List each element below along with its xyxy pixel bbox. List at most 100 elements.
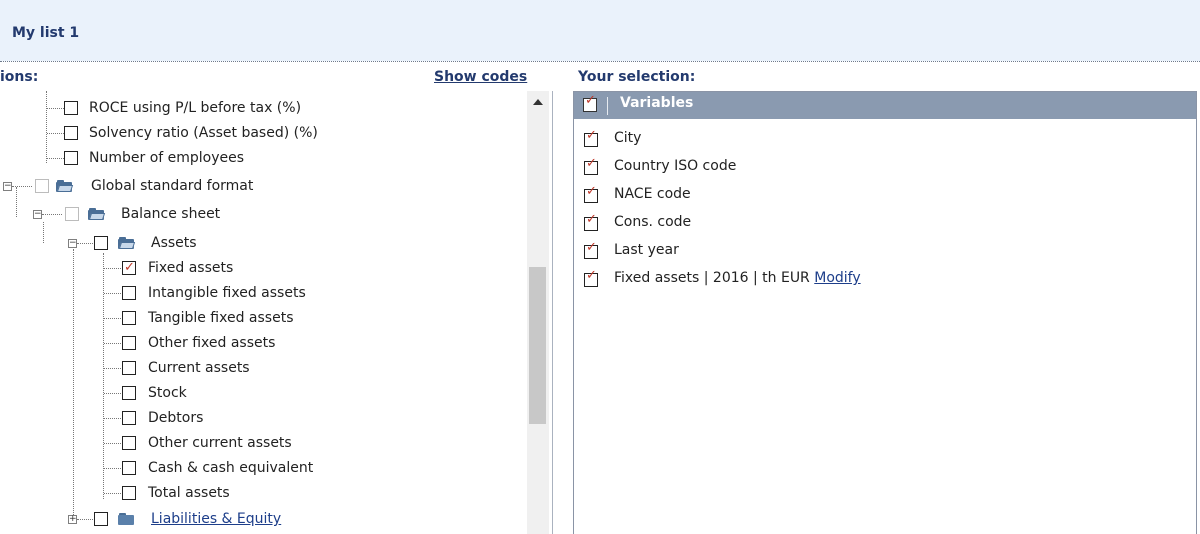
tree-connector	[42, 214, 62, 215]
variables-heading: Variables	[620, 95, 694, 111]
selection-item-fixed-assets[interactable]: Fixed assets | 2016 | th EUR Modify	[574, 266, 1194, 294]
selection-item-nace-code[interactable]: NACE code	[574, 182, 1194, 210]
tree-item-label: Stock	[148, 385, 187, 401]
tree-item-fixed-assets[interactable]: Fixed assets	[0, 256, 520, 280]
tree-connector	[104, 443, 121, 444]
checkbox-liabilities-equity[interactable]	[94, 512, 108, 526]
checkbox-last-year[interactable]	[584, 240, 598, 259]
tree-connector	[104, 418, 121, 419]
selection-header: Variables	[574, 92, 1196, 119]
tree-connector	[47, 158, 64, 159]
checkbox-global-standard-format[interactable]	[35, 179, 49, 193]
checkbox-roce[interactable]	[64, 101, 78, 115]
your-selection-label: Your selection:	[578, 69, 696, 85]
checkbox-stock[interactable]	[122, 386, 136, 400]
checkbox-fixed-assets[interactable]	[122, 256, 136, 280]
tree-item-other-fixed-assets[interactable]: Other fixed assets	[0, 331, 520, 355]
header-divider	[0, 61, 1200, 62]
checkbox-total-assets[interactable]	[122, 486, 136, 500]
tree-item-link[interactable]: Liabilities & Equity	[151, 507, 281, 531]
tree-connector	[104, 493, 121, 494]
selection-item-label: Last year	[614, 242, 679, 258]
tree-connector	[104, 368, 121, 369]
tree-connector	[77, 519, 93, 520]
selection-item-label: Cons. code	[614, 214, 692, 230]
tree-item-solvency-ratio[interactable]: Solvency ratio (Asset based) (%)	[0, 121, 520, 145]
tree-connector	[77, 243, 93, 244]
collapse-icon[interactable]: −	[3, 182, 12, 191]
checkbox-number-of-employees[interactable]	[64, 151, 78, 165]
selection-item-label: City	[614, 130, 642, 146]
show-codes-link[interactable]: Show codes	[434, 69, 527, 85]
selection-item-label: NACE code	[614, 186, 691, 202]
tree-item-cash-equivalent[interactable]: Cash & cash equivalent	[0, 456, 520, 480]
tree-item-other-current-assets[interactable]: Other current assets	[0, 431, 520, 455]
checkbox-city[interactable]	[584, 128, 598, 147]
tree-item-number-of-employees[interactable]: Number of employees	[0, 146, 520, 170]
scroll-up-arrow-icon[interactable]	[533, 99, 543, 105]
tree-scrollbar[interactable]	[527, 91, 549, 534]
select-all-checkbox[interactable]	[583, 93, 597, 112]
tree-item-balance-sheet[interactable]: − Balance sheet	[0, 202, 520, 226]
tree-connector	[47, 108, 64, 109]
tree-connector	[104, 268, 121, 269]
tree-item-label: Assets	[151, 235, 197, 251]
folder-open-icon	[56, 180, 74, 192]
checkbox-cash-equivalent[interactable]	[122, 461, 136, 475]
tree-item-global-standard-format[interactable]: − Global standard format	[0, 174, 520, 198]
selection-item-label: Country ISO code	[614, 158, 737, 174]
tree-item-label: Tangible fixed assets	[148, 310, 294, 326]
checkbox-nace-code[interactable]	[584, 184, 598, 203]
checkbox-other-fixed-assets[interactable]	[122, 336, 136, 350]
tree-item-liabilities-equity[interactable]: + Liabilities & Equity	[0, 507, 520, 531]
modify-link[interactable]: Modify	[814, 270, 860, 286]
checkbox-tangible-fixed-assets[interactable]	[122, 311, 136, 325]
checkbox-other-current-assets[interactable]	[122, 436, 136, 450]
tree-item-stock[interactable]: Stock	[0, 381, 520, 405]
tree-item-total-assets[interactable]: Total assets	[0, 481, 520, 505]
list-title: My list 1	[12, 25, 80, 41]
tree-item-label: Debtors	[148, 410, 204, 426]
tree-item-label: Global standard format	[91, 178, 254, 194]
collapse-icon[interactable]: −	[33, 210, 42, 219]
tree-item-label: Other fixed assets	[148, 335, 276, 351]
checkbox-assets[interactable]	[94, 236, 108, 250]
checkbox-balance-sheet[interactable]	[65, 207, 79, 221]
tree-connector	[104, 343, 121, 344]
selection-item-country-iso-code[interactable]: Country ISO code	[574, 154, 1194, 182]
tree-item-current-assets[interactable]: Current assets	[0, 356, 520, 380]
tree-item-label: Solvency ratio (Asset based) (%)	[89, 125, 318, 141]
checkbox-fixed-assets-selection[interactable]	[584, 268, 598, 287]
selection-item-label: Fixed assets | 2016 | th EUR Modify	[614, 270, 861, 286]
tree-item-label: Number of employees	[89, 150, 245, 166]
tree-item-label: ROCE using P/L before tax (%)	[89, 100, 302, 116]
checkbox-current-assets[interactable]	[122, 361, 136, 375]
tree-connector	[104, 393, 121, 394]
selection-panel: Variables City Country ISO code NACE cod…	[573, 91, 1197, 534]
selection-item-cons-code[interactable]: Cons. code	[574, 210, 1194, 238]
tree-item-intangible-fixed-assets[interactable]: Intangible fixed assets	[0, 281, 520, 305]
selection-item-text: Fixed assets | 2016 | th EUR	[614, 270, 810, 286]
tree-connector	[104, 468, 121, 469]
tree-item-label: Other current assets	[148, 435, 292, 451]
tree-item-label: Total assets	[148, 485, 230, 501]
tree-item-assets[interactable]: − Assets	[0, 231, 520, 255]
options-label: ions:	[0, 69, 39, 85]
checkbox-debtors[interactable]	[122, 411, 136, 425]
selection-item-city[interactable]: City	[574, 126, 1194, 154]
tree-item-tangible-fixed-assets[interactable]: Tangible fixed assets	[0, 306, 520, 330]
checkbox-country-iso-code[interactable]	[584, 156, 598, 175]
expand-icon[interactable]: +	[68, 515, 77, 524]
tree-connector	[104, 318, 121, 319]
tree-item-roce[interactable]: ROCE using P/L before tax (%)	[0, 96, 520, 120]
tree-connector	[47, 133, 64, 134]
tree-item-label: Intangible fixed assets	[148, 285, 306, 301]
checkbox-solvency-ratio[interactable]	[64, 126, 78, 140]
selection-item-last-year[interactable]: Last year	[574, 238, 1194, 266]
list-header: My list 1	[0, 0, 1200, 61]
collapse-icon[interactable]: −	[68, 239, 77, 248]
checkbox-intangible-fixed-assets[interactable]	[122, 286, 136, 300]
tree-item-debtors[interactable]: Debtors	[0, 406, 520, 430]
checkbox-cons-code[interactable]	[584, 212, 598, 231]
scroll-thumb[interactable]	[529, 267, 546, 424]
